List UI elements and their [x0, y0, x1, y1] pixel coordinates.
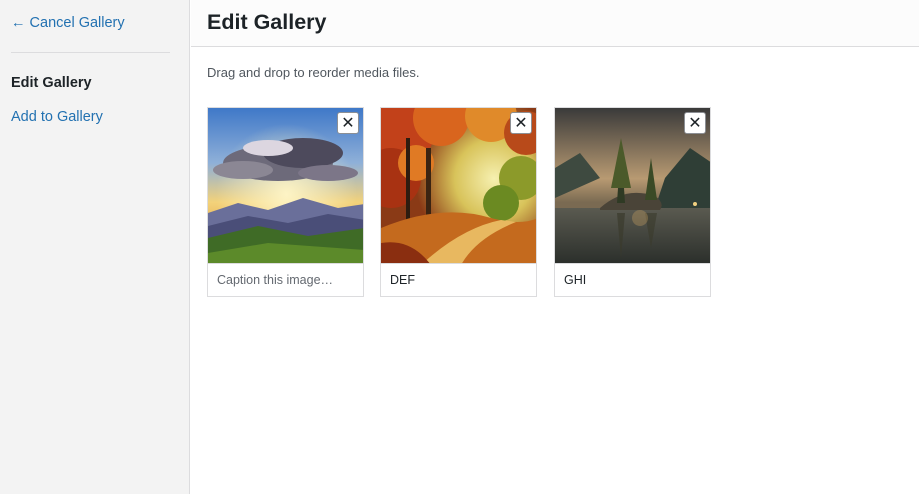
remove-image-button[interactable]: ✕ [684, 112, 706, 134]
gallery-item[interactable]: ✕ [380, 107, 537, 297]
modal-header: Edit Gallery [191, 0, 919, 47]
media-modal: ← Cancel Gallery Edit Gallery Add to Gal… [0, 0, 919, 494]
sidebar-item-add-to-gallery[interactable]: Add to Gallery [11, 109, 103, 125]
sidebar-separator [11, 52, 170, 53]
gallery-thumbnail[interactable]: ✕ [380, 107, 537, 264]
remove-image-button[interactable]: ✕ [510, 112, 532, 134]
cancel-gallery-link[interactable]: ← Cancel Gallery [11, 15, 125, 31]
gallery-item[interactable]: ✕ [207, 107, 364, 297]
media-sidebar: ← Cancel Gallery Edit Gallery Add to Gal… [0, 0, 190, 494]
remove-image-button[interactable]: ✕ [337, 112, 359, 134]
caption-field[interactable] [554, 264, 711, 297]
caption-field[interactable] [380, 264, 537, 297]
page-title: Edit Gallery [207, 10, 327, 34]
reorder-instructions: Drag and drop to reorder media files. [207, 65, 420, 80]
caption-field[interactable] [207, 264, 364, 297]
gallery-thumbnail[interactable]: ✕ [207, 107, 364, 264]
gallery-item[interactable]: ✕ [554, 107, 711, 297]
sidebar-item-edit-gallery[interactable]: Edit Gallery [11, 75, 92, 91]
gallery-thumbnail[interactable]: ✕ [554, 107, 711, 264]
